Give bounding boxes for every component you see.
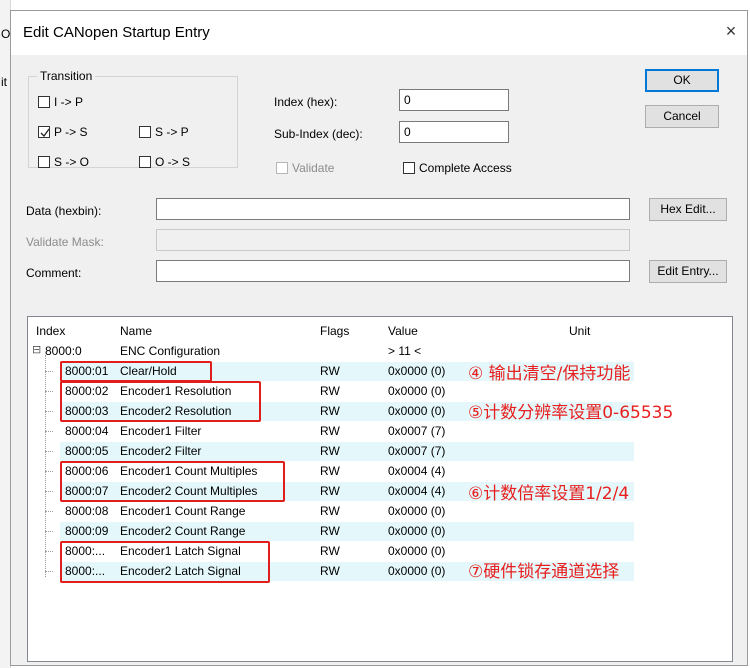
row-flags: RW xyxy=(320,464,340,478)
row-flags: RW xyxy=(320,424,340,438)
row-flags: RW xyxy=(320,504,340,518)
tree-connector xyxy=(45,371,53,372)
tree-connector xyxy=(45,531,53,532)
checkmark-icon xyxy=(40,128,50,138)
row-flags: RW xyxy=(320,384,340,398)
row-flags: RW xyxy=(320,524,340,538)
checkbox-p-s[interactable] xyxy=(38,126,50,138)
annotation-latch-signal: ⑦硬件锁存通道选择 xyxy=(468,562,620,582)
checkbox-o-s-label: O -> S xyxy=(155,155,191,169)
checkbox-s-o-label: S -> O xyxy=(54,155,90,169)
validate-mask-field[interactable] xyxy=(156,229,630,251)
highlight-box xyxy=(60,381,261,422)
table-row[interactable]: 8000:09 Encoder2 Count Range RW 0x0000 (… xyxy=(28,522,732,541)
row-value: 0x0000 (0) xyxy=(388,504,446,518)
data-label: Data (hexbin): xyxy=(26,204,102,218)
tree-connector xyxy=(45,411,53,412)
row-index: 8000:04 xyxy=(65,424,109,438)
row-name: Encoder2 Count Range xyxy=(120,524,246,538)
row-value: 0x0000 (0) xyxy=(388,524,446,538)
row-flags: RW xyxy=(320,364,340,378)
subindex-label: Sub-Index (dec): xyxy=(274,127,363,141)
row-value: 0x0007 (7) xyxy=(388,444,446,458)
highlight-box xyxy=(60,361,212,382)
tree-connector xyxy=(45,451,53,452)
row-index: 8000:09 xyxy=(65,524,109,538)
column-header-index[interactable]: Index xyxy=(36,324,65,338)
subindex-field[interactable]: 0 xyxy=(399,121,509,143)
checkbox-s-p[interactable] xyxy=(139,126,151,138)
tree-connector xyxy=(45,391,53,392)
tree-connector xyxy=(45,431,53,432)
comment-label: Comment: xyxy=(26,266,82,280)
row-flags: RW xyxy=(320,404,340,418)
transition-group-label: Transition xyxy=(37,69,96,83)
row-flags: RW xyxy=(320,444,340,458)
row-value: 0x0000 (0) xyxy=(388,544,446,558)
annotation-count-multiples: ⑥计数倍率设置1/2/4 xyxy=(468,484,630,504)
annotation-clear-hold: ④ 输出清空/保持功能 xyxy=(468,364,631,384)
column-header-flags[interactable]: Flags xyxy=(320,324,349,338)
tree-connector xyxy=(45,571,53,572)
index-field[interactable]: 0 xyxy=(399,89,509,111)
data-field[interactable] xyxy=(156,198,630,220)
row-name: Encoder1 Filter xyxy=(120,424,202,438)
dialog-title: Edit CANopen Startup Entry xyxy=(23,24,210,41)
highlight-box xyxy=(60,541,270,583)
row-flags: RW xyxy=(320,484,340,498)
row-index: 8000:05 xyxy=(65,444,109,458)
index-label: Index (hex): xyxy=(274,95,338,109)
title-bar: Edit CANopen Startup Entry × xyxy=(11,11,747,55)
complete-access-label: Complete Access xyxy=(419,161,512,175)
annotation-resolution: ⑤计数分辨率设置0-65535 xyxy=(468,403,674,423)
background-text: O xyxy=(1,27,11,41)
row-value: 0x0004 (4) xyxy=(388,464,446,478)
table-row[interactable]: 8000:05 Encoder2 Filter RW 0x0007 (7) xyxy=(28,442,732,461)
collapse-icon[interactable]: ⊟ xyxy=(32,343,41,356)
row-value: 0x0000 (0) xyxy=(388,384,446,398)
row-flags: RW xyxy=(320,564,340,578)
row-value: 0x0007 (7) xyxy=(388,424,446,438)
hex-edit-button[interactable]: Hex Edit... xyxy=(649,198,727,221)
tree-connector xyxy=(45,471,53,472)
row-index: 8000:0 xyxy=(45,344,82,358)
checkbox-o-s[interactable] xyxy=(139,156,151,168)
checkbox-s-p-label: S -> P xyxy=(155,125,189,139)
column-header-value[interactable]: Value xyxy=(388,324,418,338)
table-row[interactable]: 8000:04 Encoder1 Filter RW 0x0007 (7) xyxy=(28,422,732,441)
complete-access-checkbox[interactable] xyxy=(403,162,415,174)
validate-checkbox[interactable] xyxy=(276,162,288,174)
row-value: 0x0004 (4) xyxy=(388,484,446,498)
row-value: 0x0000 (0) xyxy=(388,364,446,378)
ok-button[interactable]: OK xyxy=(645,69,719,92)
cancel-button[interactable]: Cancel xyxy=(645,105,719,128)
column-header-name[interactable]: Name xyxy=(120,324,152,338)
row-value: 0x0000 (0) xyxy=(388,404,446,418)
table-row[interactable]: 8000:08 Encoder1 Count Range RW 0x0000 (… xyxy=(28,502,732,521)
checkbox-i-p[interactable] xyxy=(38,96,50,108)
checkbox-i-p-label: I -> P xyxy=(54,95,84,109)
row-value: 0x0000 (0) xyxy=(388,564,446,578)
edit-entry-button[interactable]: Edit Entry... xyxy=(649,260,727,283)
row-index: 8000:08 xyxy=(65,504,109,518)
tree-connector xyxy=(45,551,53,552)
validate-label: Validate xyxy=(292,161,335,175)
close-icon[interactable]: × xyxy=(721,21,741,41)
row-name: Encoder1 Count Range xyxy=(120,504,246,518)
row-name: ENC Configuration xyxy=(120,344,221,358)
edit-startup-entry-dialog: Edit CANopen Startup Entry × Transition … xyxy=(10,10,748,666)
tree-connector xyxy=(45,511,53,512)
row-name: Encoder2 Filter xyxy=(120,444,202,458)
column-header-unit[interactable]: Unit xyxy=(569,324,590,338)
tree-connector xyxy=(45,491,53,492)
highlight-box xyxy=(60,461,285,502)
background-text: it xyxy=(1,75,7,89)
validate-mask-label: Validate Mask: xyxy=(26,235,104,249)
comment-field[interactable] xyxy=(156,260,630,282)
object-list[interactable]: Index Name Flags Value Unit ⊟ 8000:0 ENC… xyxy=(27,316,733,662)
row-value: > 11 < xyxy=(388,344,422,358)
row-flags: RW xyxy=(320,544,340,558)
checkbox-s-o[interactable] xyxy=(38,156,50,168)
checkbox-p-s-label: P -> S xyxy=(54,125,88,139)
